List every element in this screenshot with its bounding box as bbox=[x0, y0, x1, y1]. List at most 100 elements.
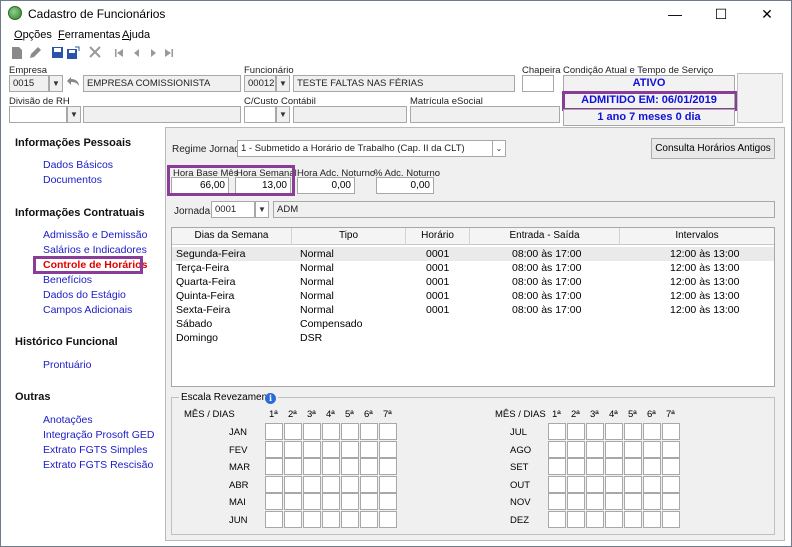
escala-cell[interactable] bbox=[567, 493, 585, 510]
escala-cell[interactable] bbox=[341, 510, 359, 528]
escala-cell[interactable] bbox=[586, 440, 604, 458]
escala-cell[interactable] bbox=[662, 423, 680, 440]
escala-cell[interactable] bbox=[360, 510, 378, 528]
escala-cell[interactable] bbox=[322, 440, 340, 458]
escala-cell[interactable] bbox=[322, 510, 340, 528]
escala-cell[interactable] bbox=[265, 493, 283, 510]
minimize-icon[interactable]: — bbox=[652, 1, 698, 27]
new-doc-icon[interactable] bbox=[9, 46, 25, 62]
sidebar-item-dados-basicos[interactable]: Dados Básicos bbox=[43, 159, 113, 171]
table-row[interactable]: Terça-Feira Normal 0001 08:00 às 17:00 12:00… bbox=[172, 261, 774, 275]
regime-select[interactable]: 1 - Submetido a Horário de Trabalho (Cap… bbox=[237, 140, 493, 157]
sidebar-item-prosoft-ged[interactable]: Integração Prosoft GED bbox=[43, 429, 154, 441]
escala-cell[interactable] bbox=[360, 423, 378, 440]
escala-cell[interactable] bbox=[662, 475, 680, 493]
escala-cell[interactable] bbox=[567, 510, 585, 528]
escala-cell[interactable] bbox=[284, 440, 302, 458]
escala-cell[interactable] bbox=[662, 458, 680, 475]
escala-cell[interactable] bbox=[322, 493, 340, 510]
escala-cell[interactable] bbox=[303, 458, 321, 475]
sidebar-item-documentos[interactable]: Documentos bbox=[43, 174, 102, 186]
table-row[interactable]: Quinta-Feira Normal 0001 08:00 às 17:00 12:0… bbox=[172, 289, 774, 303]
escala-cell[interactable] bbox=[605, 458, 623, 475]
empresa-dropdown[interactable]: ▼ bbox=[49, 75, 63, 92]
escala-cell[interactable] bbox=[624, 423, 642, 440]
escala-cell[interactable] bbox=[379, 475, 397, 493]
escala-cell[interactable] bbox=[643, 510, 661, 528]
col-horario[interactable]: Horário bbox=[406, 228, 470, 245]
escala-cell[interactable] bbox=[265, 423, 283, 440]
escala-cell[interactable] bbox=[341, 458, 359, 475]
table-row[interactable]: Quarta-Feira Normal 0001 08:00 às 17:00 12:0… bbox=[172, 275, 774, 289]
jornada-code[interactable]: 0001 bbox=[211, 201, 255, 218]
escala-cell[interactable] bbox=[265, 440, 283, 458]
last-icon[interactable] bbox=[161, 46, 177, 62]
escala-cell[interactable] bbox=[605, 440, 623, 458]
escala-cell[interactable] bbox=[360, 458, 378, 475]
divisao-field[interactable] bbox=[9, 106, 67, 123]
sidebar-item-prontuario[interactable]: Prontuário bbox=[43, 359, 91, 371]
escala-cell[interactable] bbox=[567, 475, 585, 493]
escala-cell[interactable] bbox=[662, 440, 680, 458]
escala-cell[interactable] bbox=[586, 458, 604, 475]
escala-cell[interactable] bbox=[341, 493, 359, 510]
escala-cell[interactable] bbox=[548, 493, 566, 510]
escala-cell[interactable] bbox=[379, 423, 397, 440]
escala-cell[interactable] bbox=[303, 423, 321, 440]
adc-noturno-field[interactable]: 0,00 bbox=[297, 177, 355, 194]
menu-ajuda[interactable]: Ajuda bbox=[122, 29, 150, 41]
escala-cell[interactable] bbox=[624, 458, 642, 475]
table-row[interactable]: Sexta-Feira Normal 0001 08:00 às 17:00 12:00… bbox=[172, 303, 774, 317]
col-dias[interactable]: Dias da Semana bbox=[172, 228, 292, 245]
prev-icon[interactable] bbox=[129, 46, 145, 62]
escala-cell[interactable] bbox=[303, 510, 321, 528]
escala-cell[interactable] bbox=[586, 475, 604, 493]
close-icon[interactable]: ✕ bbox=[744, 1, 790, 27]
empresa-code[interactable]: 0015 bbox=[9, 75, 49, 92]
sidebar-item-campos-adicionais[interactable]: Campos Adicionais bbox=[43, 304, 132, 316]
escala-cell[interactable] bbox=[643, 458, 661, 475]
pct-adc-field[interactable]: 0,00 bbox=[376, 177, 434, 194]
escala-cell[interactable] bbox=[303, 475, 321, 493]
undo-icon[interactable] bbox=[65, 76, 81, 92]
table-row[interactable]: Domingo DSR bbox=[172, 331, 774, 345]
chapeira-field[interactable] bbox=[522, 75, 554, 92]
sidebar-item-beneficios[interactable]: Benefícios bbox=[43, 274, 92, 286]
sidebar-item-salarios[interactable]: Salários e Indicadores bbox=[43, 244, 147, 256]
escala-cell[interactable] bbox=[605, 475, 623, 493]
funcionario-code[interactable]: 00012 bbox=[244, 75, 276, 92]
save-icon[interactable] bbox=[49, 46, 65, 62]
escala-cell[interactable] bbox=[360, 440, 378, 458]
jornada-dropdown[interactable]: ▼ bbox=[255, 201, 269, 218]
escala-cell[interactable] bbox=[303, 493, 321, 510]
escala-cell[interactable] bbox=[586, 493, 604, 510]
escala-cell[interactable] bbox=[284, 493, 302, 510]
escala-cell[interactable] bbox=[662, 510, 680, 528]
menu-ferramentas[interactable]: Ferramentas bbox=[58, 29, 120, 41]
escala-cell[interactable] bbox=[379, 493, 397, 510]
col-intervalos[interactable]: Intervalos bbox=[620, 228, 774, 245]
escala-cell[interactable] bbox=[322, 423, 340, 440]
sidebar-item-anotacoes[interactable]: Anotações bbox=[43, 414, 93, 426]
sidebar-item-fgts-rescisao[interactable]: Extrato FGTS Rescisão bbox=[43, 459, 153, 471]
escala-cell[interactable] bbox=[379, 440, 397, 458]
escala-cell[interactable] bbox=[284, 423, 302, 440]
escala-cell[interactable] bbox=[624, 510, 642, 528]
col-entrada-saida[interactable]: Entrada - Saída bbox=[470, 228, 620, 245]
escala-cell[interactable] bbox=[605, 510, 623, 528]
custo-dropdown[interactable]: ▼ bbox=[276, 106, 290, 123]
sidebar-item-admissao[interactable]: Admissão e Demissão bbox=[43, 229, 147, 241]
escala-cell[interactable] bbox=[567, 440, 585, 458]
escala-cell[interactable] bbox=[662, 493, 680, 510]
escala-cell[interactable] bbox=[303, 440, 321, 458]
escala-cell[interactable] bbox=[341, 440, 359, 458]
escala-cell[interactable] bbox=[548, 458, 566, 475]
sidebar-item-estagio[interactable]: Dados do Estágio bbox=[43, 289, 126, 301]
escala-cell[interactable] bbox=[548, 423, 566, 440]
col-tipo[interactable]: Tipo bbox=[292, 228, 406, 245]
escala-cell[interactable] bbox=[284, 458, 302, 475]
regime-dropdown[interactable]: ⌄ bbox=[492, 140, 506, 157]
escala-cell[interactable] bbox=[265, 475, 283, 493]
menu-opcoes[interactable]: Opções bbox=[14, 29, 52, 41]
info-icon[interactable]: i bbox=[265, 393, 276, 404]
